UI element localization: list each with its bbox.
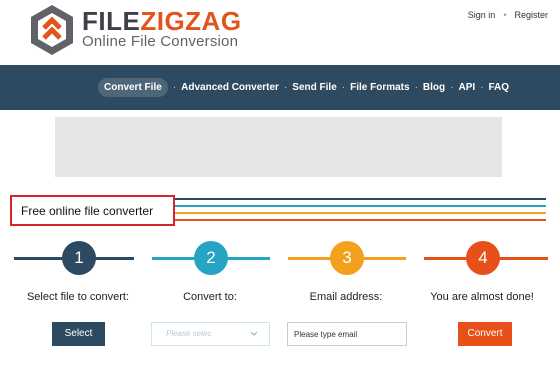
ad-banner-placeholder <box>55 117 502 177</box>
nav-list: Convert File · Advanced Converter · Send… <box>98 78 509 97</box>
page: FILEZIGZAG Online File Conversion Sign i… <box>0 0 560 390</box>
section-title-box: Free online file converter <box>10 195 175 226</box>
select-file-button[interactable]: Select <box>52 322 105 346</box>
nav-item-faq[interactable]: FAQ <box>488 82 509 93</box>
site-header: FILEZIGZAG Online File Conversion Sign i… <box>0 0 560 64</box>
nav-separator: · <box>414 82 418 93</box>
nav-item-advanced-converter[interactable]: Advanced Converter <box>181 82 279 93</box>
nav-separator: · <box>341 82 346 93</box>
nav-separator: · <box>283 82 288 93</box>
chevron-down-icon <box>250 331 258 336</box>
step-number-circle: 2 <box>194 241 228 275</box>
convert-button[interactable]: Convert <box>458 322 512 346</box>
step-label: Email address: <box>309 291 383 303</box>
nav-item-blog[interactable]: Blog <box>423 82 445 93</box>
nav-separator: · <box>172 82 177 93</box>
account-links: Sign in • Register <box>468 10 548 20</box>
step-label: Select file to convert: <box>26 291 130 303</box>
section-title: Free online file converter <box>21 204 154 218</box>
brand-name[interactable]: FILEZIGZAG <box>82 7 242 35</box>
decorative-line <box>160 212 546 214</box>
decorative-line <box>120 205 546 207</box>
step-label: Convert to: <box>183 291 237 303</box>
nav-item-file-formats[interactable]: File Formats <box>350 82 409 93</box>
sign-in-link[interactable]: Sign in <box>468 10 496 20</box>
nav-separator: · <box>480 82 484 93</box>
step-label: You are almost done! <box>430 291 534 303</box>
brand-tagline: Online File Conversion <box>82 33 239 50</box>
decorative-line <box>175 219 546 221</box>
email-field[interactable] <box>287 322 407 346</box>
step-number-circle: 3 <box>330 241 364 275</box>
nav-separator: · <box>450 82 454 93</box>
brand-suffix: ZIGZAG <box>140 6 242 36</box>
nav-item-convert-file[interactable]: Convert File <box>98 78 168 97</box>
step-number-circle: 1 <box>62 241 96 275</box>
step-number-circle: 4 <box>466 241 500 275</box>
main-navigation: Convert File · Advanced Converter · Send… <box>0 65 560 110</box>
brand-prefix: FILE <box>82 6 141 36</box>
nav-item-api[interactable]: API <box>458 82 475 93</box>
register-link[interactable]: Register <box>514 10 548 20</box>
dropdown-placeholder: Please selec <box>166 329 212 338</box>
filezigzag-logo-icon[interactable] <box>30 4 74 56</box>
nav-item-send-file[interactable]: Send File <box>292 82 336 93</box>
separator-dot: • <box>503 10 507 20</box>
convert-format-dropdown[interactable]: Please selec <box>151 322 270 346</box>
